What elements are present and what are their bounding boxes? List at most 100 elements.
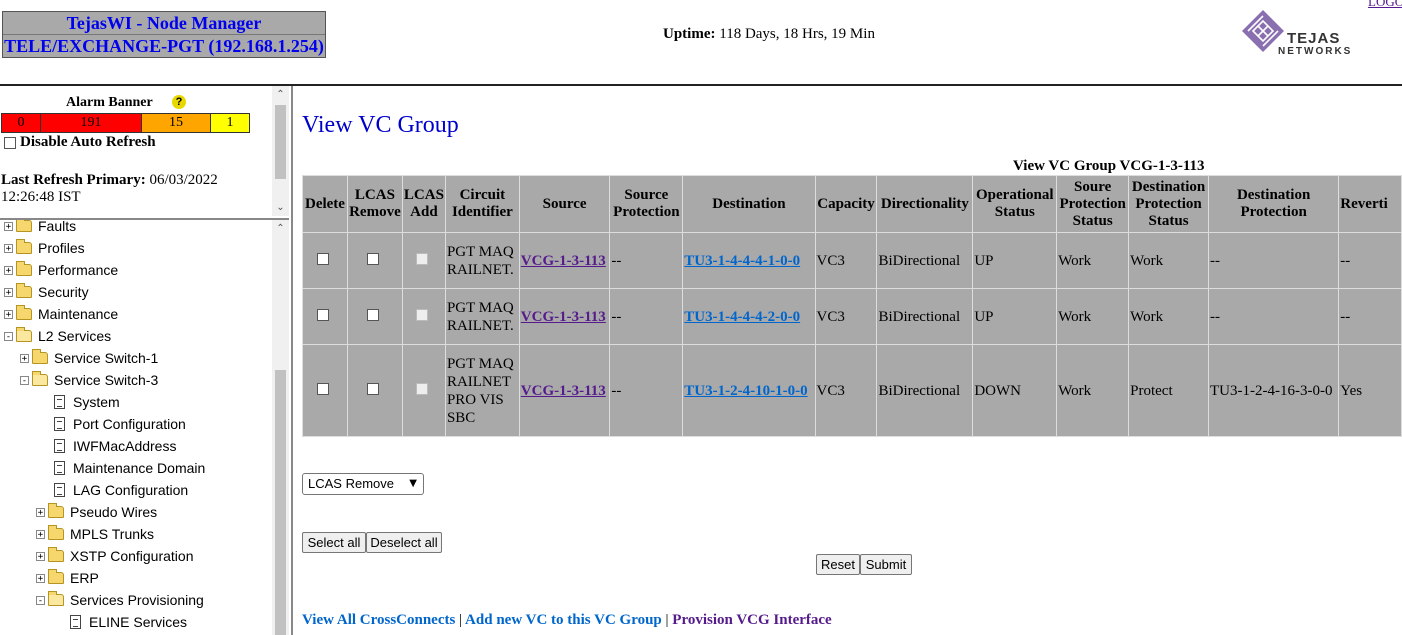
logout-link[interactable]: LOGO <box>1368 0 1402 10</box>
delete-checkbox[interactable] <box>316 252 329 265</box>
logo-word-networks: NETWORKS <box>1278 46 1353 57</box>
col-lcas-remove: LCAS Remove <box>346 175 403 233</box>
directionality-cell: BiDirectional <box>876 288 974 345</box>
expand-icon[interactable]: + <box>36 551 45 561</box>
tree-item-iwfmacaddress[interactable]: IWFMacAddress <box>54 435 176 457</box>
expand-icon[interactable]: + <box>4 309 13 319</box>
delete-cell <box>302 344 348 437</box>
tree-item-services-provisioning[interactable]: - Services Provisioning <box>36 589 204 611</box>
submit-button[interactable]: Submit <box>860 554 912 575</box>
tree-item-lag-configuration[interactable]: LAG Configuration <box>54 479 188 501</box>
tree-item-label: Pseudo Wires <box>70 504 158 520</box>
select-all-button[interactable]: Select all <box>302 532 366 553</box>
col-delete: Delete <box>302 175 348 233</box>
collapse-icon[interactable]: - <box>36 595 45 605</box>
expand-icon[interactable]: + <box>4 221 13 231</box>
expand-icon[interactable]: + <box>36 573 45 583</box>
destination-link[interactable]: TU3-1-4-4-4-1-0-0 <box>684 253 800 269</box>
tree-item-port-configuration[interactable]: Port Configuration <box>54 413 186 435</box>
tree-item-eline-services[interactable]: ELINE Services <box>70 611 187 633</box>
delete-checkbox[interactable] <box>316 308 329 321</box>
alarm-scroll-thumb[interactable] <box>275 105 286 179</box>
source-link[interactable]: VCG-1-3-113 <box>521 383 606 399</box>
tree-item-erp[interactable]: + ERP <box>36 567 99 589</box>
lcas-add-cell <box>401 344 446 437</box>
folder-open-icon <box>32 371 48 386</box>
tree-item-performance[interactable]: + Performance <box>4 259 118 281</box>
scroll-down-icon[interactable]: ⌄ <box>272 199 289 216</box>
expand-icon[interactable]: + <box>36 507 45 517</box>
collapse-icon[interactable]: - <box>4 331 13 341</box>
alarm-count-warning[interactable]: 1 <box>211 114 249 132</box>
col-destination-protection-status: Destination Protection Status <box>1128 175 1209 233</box>
expand-icon[interactable]: + <box>36 529 45 539</box>
expand-icon[interactable]: + <box>4 243 13 253</box>
alarm-count-critical[interactable]: 0 <box>2 114 41 132</box>
expand-icon[interactable]: + <box>20 353 29 363</box>
alarm-scrollbar[interactable]: ⌃ ⌄ <box>272 86 289 216</box>
folder-icon <box>48 503 64 518</box>
view-all-crossconnects-link[interactable]: View All CrossConnects <box>302 612 455 628</box>
provision-vcg-interface-link[interactable]: Provision VCG Interface <box>672 612 831 628</box>
tree-item-label: Service Switch-3 <box>54 372 159 388</box>
scroll-up-icon[interactable]: ⌃ <box>272 220 289 237</box>
expand-icon[interactable]: + <box>4 265 13 275</box>
tree-item-service-switch-3[interactable]: - Service Switch-3 <box>20 369 158 391</box>
auto-refresh-checkbox[interactable] <box>4 136 16 149</box>
lcas-remove-checkbox[interactable] <box>366 382 379 395</box>
col-destination: Destination <box>682 175 816 233</box>
delete-checkbox[interactable] <box>316 382 329 395</box>
destination-cell: TU3-1-2-4-10-1-0-0 <box>682 344 816 437</box>
alarm-count-major[interactable]: 191 <box>41 114 142 132</box>
tree-item-mpls-trunks[interactable]: + MPLS Trunks <box>36 523 154 545</box>
lcas-remove-cell <box>346 232 403 289</box>
document-icon <box>54 439 65 453</box>
tree-item-xstp-configuration[interactable]: + XSTP Configuration <box>36 545 193 567</box>
source-link[interactable]: VCG-1-3-113 <box>521 309 606 325</box>
source-link[interactable]: VCG-1-3-113 <box>521 253 606 269</box>
destination-link[interactable]: TU3-1-4-4-4-2-0-0 <box>684 309 800 325</box>
operational-status-cell: DOWN <box>972 344 1058 437</box>
tree-item-label: XSTP Configuration <box>70 548 194 564</box>
chevron-down-icon: ▼ <box>409 478 417 489</box>
lcas-remove-checkbox[interactable] <box>366 252 379 265</box>
tree-item-profiles[interactable]: + Profiles <box>4 237 85 259</box>
tree-item-label: Faults <box>38 220 77 234</box>
lcas-remove-cell <box>346 344 403 437</box>
reset-button[interactable]: Reset <box>816 554 860 575</box>
folder-icon <box>48 547 64 562</box>
collapse-icon[interactable]: - <box>20 375 29 385</box>
tree-item-maintenance[interactable]: + Maintenance <box>4 303 118 325</box>
lcas-remove-checkbox[interactable] <box>366 308 379 321</box>
tree-item-maintenance-domain[interactable]: Maintenance Domain <box>54 457 205 479</box>
question-icon[interactable]: ? <box>172 95 186 109</box>
folder-icon <box>48 525 64 540</box>
action-select[interactable]: LCAS Remove ▼ <box>302 473 424 495</box>
document-icon <box>54 461 65 475</box>
tree-item-service-switch-1[interactable]: + Service Switch-1 <box>20 347 158 369</box>
lcas-add-checkbox <box>415 382 428 395</box>
tree-scrollbar[interactable]: ⌃ <box>272 220 289 635</box>
operational-status-cell: UP <box>972 288 1058 345</box>
bottom-links: View All CrossConnects | Add new VC to t… <box>302 612 832 629</box>
add-vc-link[interactable]: Add new VC to this VC Group <box>465 612 662 628</box>
source-protection-status-cell: Work <box>1056 288 1130 345</box>
tree-item-label: ERP <box>70 570 99 586</box>
tree-item-faults[interactable]: + Faults <box>4 220 76 237</box>
folder-open-icon <box>16 327 32 342</box>
expand-icon[interactable]: + <box>4 287 13 297</box>
tree-item-label: System <box>73 394 120 410</box>
circuit-identifier-cell: PGT MAQ RAILNET. <box>444 288 520 345</box>
tree-item-security[interactable]: + Security <box>4 281 89 303</box>
tree-scroll-thumb[interactable] <box>275 370 286 635</box>
main-content: View VC Group View VC Group VCG-1-3-113 … <box>293 86 1402 635</box>
tree-item-l2-services[interactable]: - L2 Services <box>4 325 111 347</box>
destination-link[interactable]: TU3-1-2-4-10-1-0-0 <box>684 383 807 399</box>
scroll-up-icon[interactable]: ⌃ <box>272 86 289 103</box>
tree-item-system[interactable]: System <box>54 391 120 413</box>
tree-item-label: ELINE Services <box>89 614 188 630</box>
tree-item-label: Security <box>38 284 89 300</box>
alarm-count-minor[interactable]: 15 <box>142 114 211 132</box>
deselect-all-button[interactable]: Deselect all <box>366 532 442 553</box>
tree-item-pseudo-wires[interactable]: + Pseudo Wires <box>36 501 157 523</box>
